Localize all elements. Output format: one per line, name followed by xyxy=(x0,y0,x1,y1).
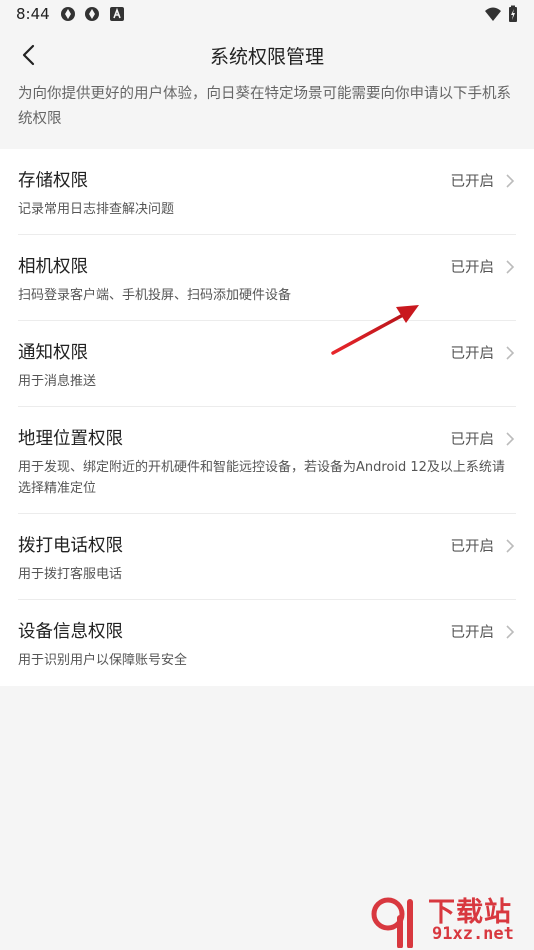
permission-row-storage[interactable]: 存储权限 已开启 记录常用日志排查解决问题 xyxy=(0,149,534,235)
app-header: 系统权限管理 xyxy=(0,30,534,80)
permission-description: 用于消息推送 xyxy=(18,374,97,389)
font-notification-icon xyxy=(110,7,124,21)
wifi-icon xyxy=(485,7,501,21)
permission-status: 已开启 xyxy=(450,346,495,362)
permission-title: 设备信息权限 xyxy=(18,622,123,642)
battery-charging-icon xyxy=(509,5,517,22)
permission-list: 存储权限 已开启 记录常用日志排查解决问题 相机权限 已开启 扫码登录客户端、手… xyxy=(0,149,534,686)
permission-description: 扫码登录客户端、手机投屏、扫码添加硬件设备 xyxy=(18,288,292,303)
status-bar: 8:44 xyxy=(0,0,534,28)
permission-row-notification[interactable]: 通知权限 已开启 用于消息推送 xyxy=(0,321,534,407)
permission-title: 拨打电话权限 xyxy=(18,536,123,556)
chevron-right-icon xyxy=(506,625,515,639)
chevron-right-icon xyxy=(506,432,515,446)
permission-row-phone[interactable]: 拨打电话权限 已开启 用于拨打客服电话 xyxy=(0,514,534,600)
status-time: 8:44 xyxy=(16,5,50,23)
permission-status: 已开启 xyxy=(450,174,495,190)
watermark: 下载站 91xz.net xyxy=(370,890,534,950)
permission-status: 已开启 xyxy=(450,625,495,641)
permission-title: 存储权限 xyxy=(18,171,88,191)
chevron-right-icon xyxy=(506,539,515,553)
app-notification-icon xyxy=(61,7,75,21)
permission-status: 已开启 xyxy=(450,539,495,555)
permission-row-camera[interactable]: 相机权限 已开启 扫码登录客户端、手机投屏、扫码添加硬件设备 xyxy=(0,235,534,321)
permission-description: 记录常用日志排查解决问题 xyxy=(18,202,175,217)
app-notification-icon-2 xyxy=(85,7,99,21)
chevron-right-icon xyxy=(506,174,515,188)
permission-title: 通知权限 xyxy=(18,343,88,363)
permission-description: 用于发现、绑定附近的开机硬件和智能远控设备，若设备为Android 12及以上系… xyxy=(18,460,505,496)
permission-status: 已开启 xyxy=(450,432,495,448)
permission-description: 用于拨打客服电话 xyxy=(18,567,123,582)
chevron-right-icon xyxy=(506,260,515,274)
permission-row-device-info[interactable]: 设备信息权限 已开启 用于识别用户以保障账号安全 xyxy=(0,600,534,686)
intro-text: 为向你提供更好的用户体验，向日葵在特定场景可能需要向你申请以下手机系统权限 xyxy=(18,86,511,127)
watermark-text-bottom: 91xz.net xyxy=(432,924,514,944)
chevron-right-icon xyxy=(506,346,515,360)
permission-title: 地理位置权限 xyxy=(18,429,123,449)
permission-row-location[interactable]: 地理位置权限 已开启 用于发现、绑定附近的开机硬件和智能远控设备，若设备为And… xyxy=(0,407,534,514)
permission-title: 相机权限 xyxy=(18,257,88,277)
permission-description: 用于识别用户以保障账号安全 xyxy=(18,653,188,668)
page-title: 系统权限管理 xyxy=(209,46,324,68)
permission-status: 已开启 xyxy=(450,260,495,276)
watermark-logo-icon xyxy=(371,897,413,948)
